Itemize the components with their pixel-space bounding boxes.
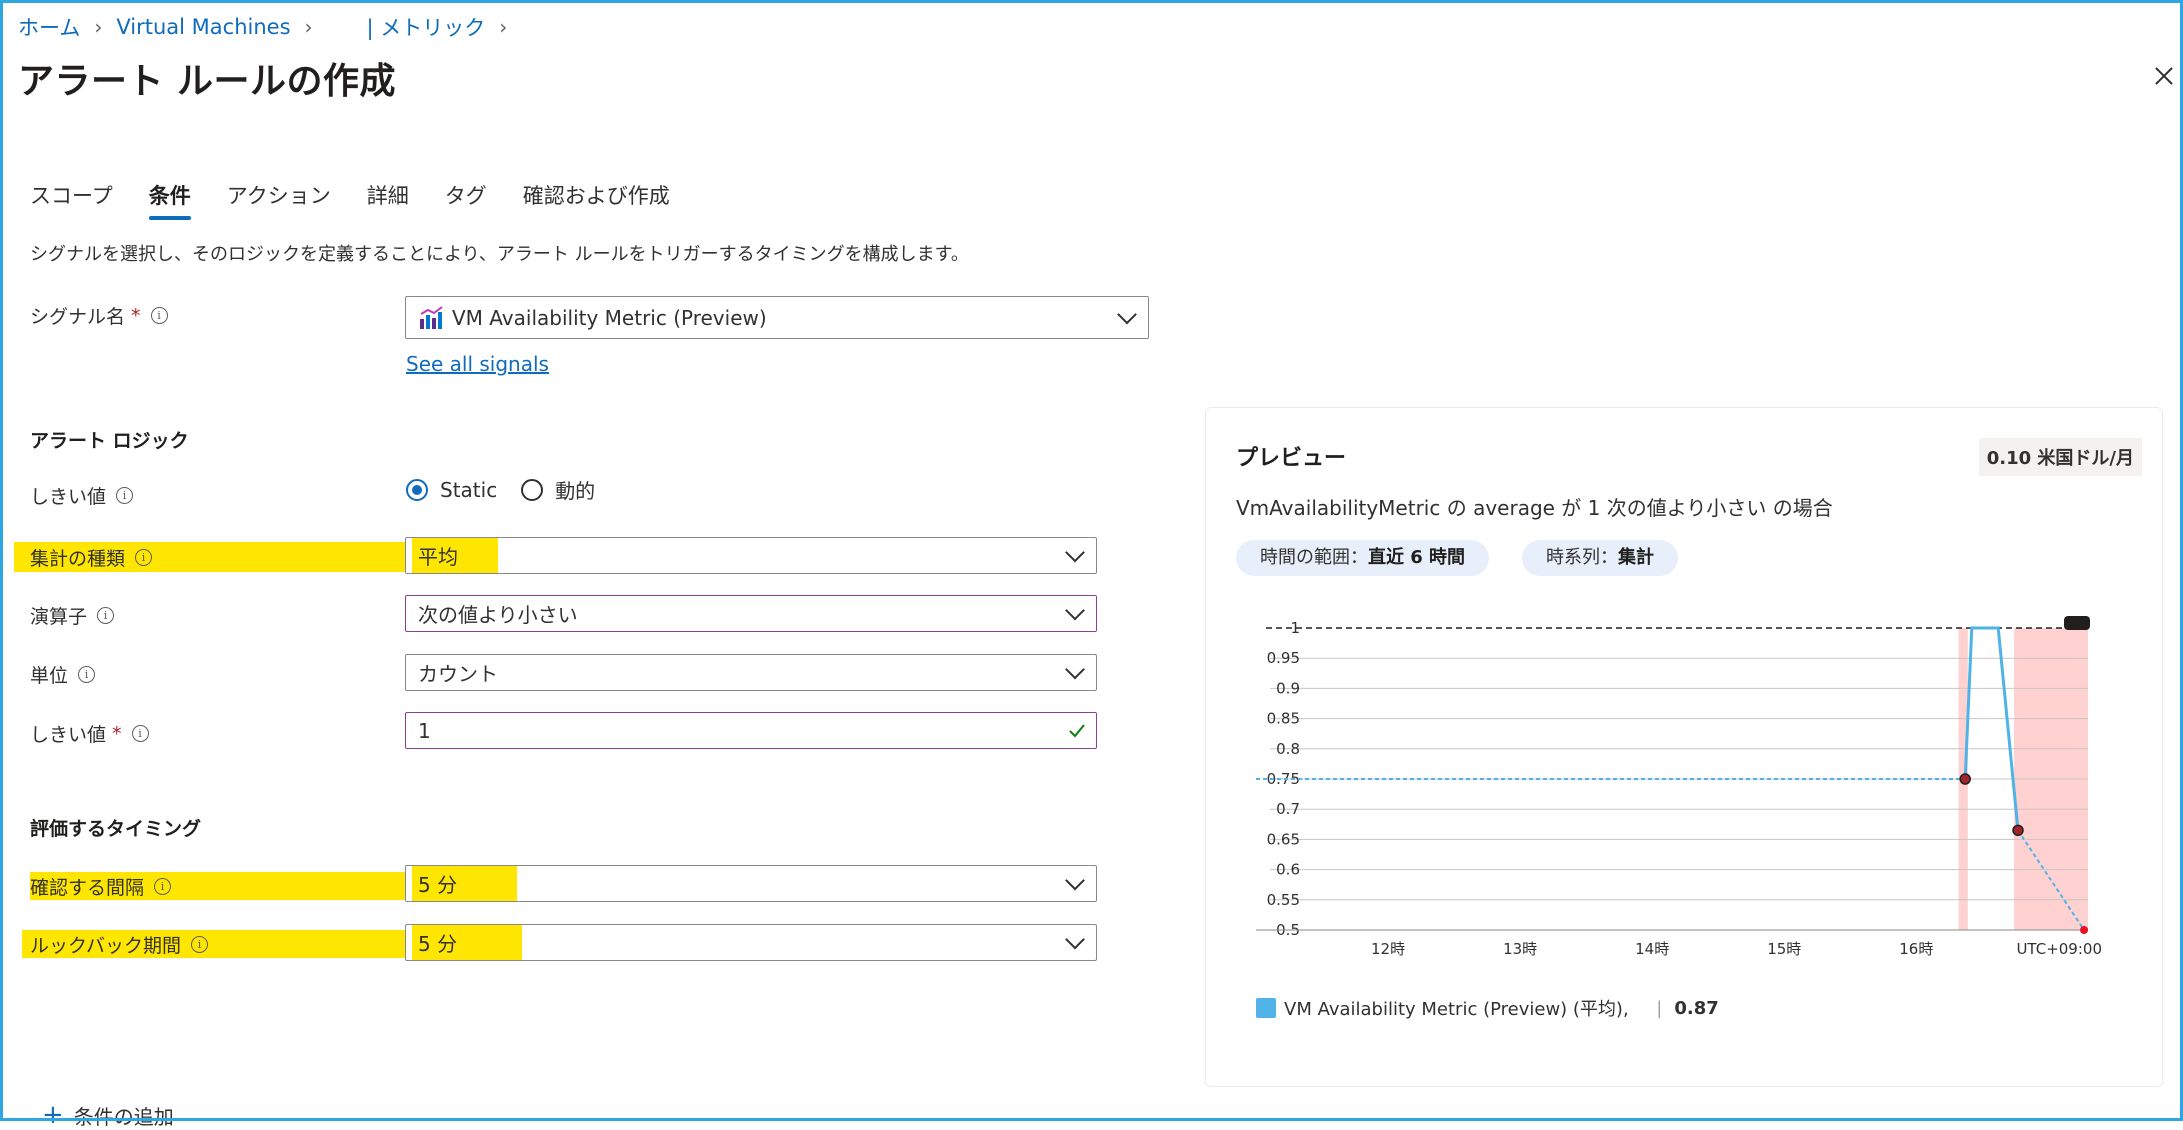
lookback-select[interactable]: 5 分 bbox=[405, 924, 1097, 961]
wizard-tabs: スコープ 条件 アクション 詳細 タグ 確認および作成 bbox=[30, 180, 670, 220]
x-tick-label: 13時 bbox=[1503, 940, 1537, 958]
see-all-signals-link[interactable]: See all signals bbox=[406, 352, 549, 376]
chevron-down-icon bbox=[1065, 542, 1085, 562]
x-tick-label: 15時 bbox=[1767, 940, 1801, 958]
breadcrumb-virtual-machines[interactable]: Virtual Machines bbox=[116, 15, 290, 39]
tab-review-create[interactable]: 確認および作成 bbox=[523, 180, 670, 220]
time-series-pill[interactable]: 時系列：集計 bbox=[1522, 540, 1678, 576]
condition-description: シグナルを選択し、そのロジックを定義することにより、アラート ルールをトリガーす… bbox=[30, 244, 969, 265]
timezone-label: UTC+09:00 bbox=[2016, 940, 2102, 958]
breadcrumb-home[interactable]: ホーム bbox=[18, 12, 80, 42]
threshold-type-radio-group: Static 動的 bbox=[406, 475, 595, 504]
y-tick-label: 0.65 bbox=[1267, 830, 1300, 848]
info-icon[interactable]: i bbox=[131, 725, 149, 742]
x-tick-label: 16時 bbox=[1899, 940, 1933, 958]
lookback-label: ルックバック期間 i bbox=[30, 931, 209, 958]
checkmark-icon bbox=[1069, 724, 1085, 738]
threshold-value-label: しきい値 * i bbox=[30, 720, 149, 747]
data-point-marker bbox=[1959, 773, 1971, 785]
check-every-select[interactable]: 5 分 bbox=[405, 865, 1097, 902]
radio-static[interactable] bbox=[406, 478, 428, 501]
evaluation-heading: 評価するタイミング bbox=[30, 818, 202, 840]
chevron-down-icon bbox=[1065, 929, 1085, 949]
legend-swatch bbox=[1256, 998, 1276, 1018]
chevron-down-icon bbox=[1065, 870, 1085, 890]
alert-logic-heading: アラート ロジック bbox=[30, 430, 189, 452]
aggregation-type-select[interactable]: 平均 bbox=[405, 537, 1097, 574]
preview-title: プレビュー bbox=[1236, 446, 1347, 471]
breadcrumb-metrics[interactable]: | メトリック bbox=[367, 12, 486, 42]
info-icon[interactable]: i bbox=[154, 878, 172, 895]
operator-select[interactable]: 次の値より小さい bbox=[405, 595, 1097, 632]
unit-select[interactable]: カウント bbox=[405, 654, 1097, 691]
metric-chart-icon bbox=[420, 305, 443, 329]
signal-select[interactable]: VM Availability Metric (Preview) bbox=[405, 296, 1149, 339]
preview-chart: 10.950.90.850.80.750.70.650.60.550.512時 1… bbox=[1256, 616, 2102, 958]
monthly-cost: 0.10 米国ドル/月 bbox=[1978, 438, 2142, 476]
info-icon[interactable]: i bbox=[135, 549, 153, 566]
y-tick-label: 0.95 bbox=[1267, 649, 1300, 667]
threshold-type-label: しきい値 i bbox=[30, 482, 134, 509]
breadcrumb: ホーム › Virtual Machines › | メトリック › bbox=[18, 12, 521, 42]
more-options-button[interactable]: ··· bbox=[364, 60, 385, 85]
signal-name-label: シグナル名 * i bbox=[30, 302, 168, 329]
range-end-flag bbox=[2064, 616, 2090, 630]
tab-tags[interactable]: タグ bbox=[445, 180, 487, 220]
y-tick-label: 0.55 bbox=[1267, 891, 1300, 909]
end-point-marker bbox=[2080, 926, 2089, 934]
y-tick-label: 0.7 bbox=[1276, 800, 1300, 818]
operator-label: 演算子 i bbox=[30, 602, 115, 629]
preview-condition-text: VmAvailabilityMetric の average が 1 次の値より… bbox=[1236, 496, 1833, 520]
tab-scope[interactable]: スコープ bbox=[30, 180, 113, 220]
y-tick-label: 0.6 bbox=[1276, 861, 1300, 879]
plus-icon: + bbox=[42, 1100, 64, 1130]
tab-details[interactable]: 詳細 bbox=[367, 180, 409, 220]
preview-panel: プレビュー 0.10 米国ドル/月 VmAvailabilityMetric の… bbox=[1205, 407, 2163, 1087]
y-tick-label: 0.85 bbox=[1267, 710, 1300, 728]
time-range-pill[interactable]: 時間の範囲：直近 6 時間 bbox=[1236, 540, 1490, 576]
chevron-down-icon bbox=[1117, 304, 1137, 324]
info-icon[interactable]: i bbox=[191, 936, 209, 953]
y-tick-label: 0.9 bbox=[1276, 679, 1300, 697]
y-tick-label: 0.8 bbox=[1276, 740, 1300, 758]
tab-condition[interactable]: 条件 bbox=[148, 180, 191, 220]
info-icon[interactable]: i bbox=[150, 307, 168, 324]
check-every-label: 確認する間隔 i bbox=[30, 873, 172, 900]
add-condition-button[interactable]: + 条件の追加 bbox=[42, 1100, 174, 1130]
threshold-value-input[interactable]: 1 bbox=[405, 712, 1097, 749]
chevron-right-icon: › bbox=[499, 15, 508, 39]
info-icon[interactable]: i bbox=[78, 666, 96, 683]
chevron-right-icon: › bbox=[94, 15, 103, 39]
x-tick-label: 12時 bbox=[1371, 940, 1405, 958]
chevron-down-icon bbox=[1065, 600, 1085, 620]
chart-legend: VM Availability Metric (Preview) (平均), |… bbox=[1256, 995, 1719, 1021]
data-point-marker bbox=[2012, 824, 2024, 837]
aggregation-type-label: 集計の種類 i bbox=[30, 544, 153, 571]
chevron-right-icon: › bbox=[304, 15, 313, 39]
info-icon[interactable]: i bbox=[116, 487, 134, 504]
tab-actions[interactable]: アクション bbox=[227, 180, 331, 220]
x-tick-label: 14時 bbox=[1635, 940, 1669, 958]
chevron-down-icon bbox=[1065, 659, 1085, 679]
legend-value: 0.87 bbox=[1674, 997, 1719, 1019]
close-icon[interactable] bbox=[2150, 62, 2178, 90]
info-icon[interactable]: i bbox=[97, 607, 115, 624]
unit-label: 単位 i bbox=[30, 661, 96, 688]
page-title: アラート ルールの作成 bbox=[18, 61, 397, 102]
radio-dynamic[interactable] bbox=[521, 478, 544, 501]
